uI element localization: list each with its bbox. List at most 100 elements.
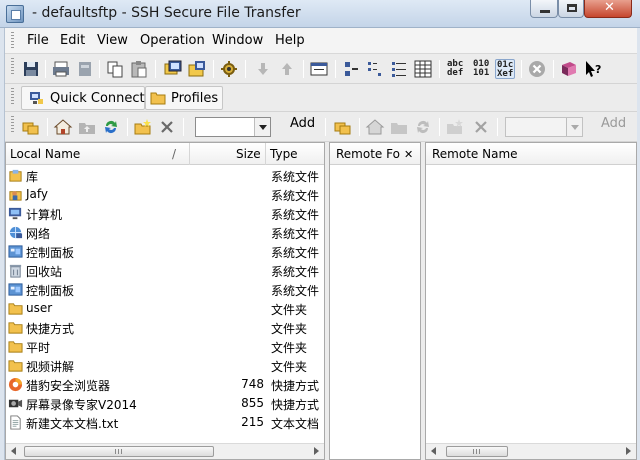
menu-window[interactable]: Window: [212, 33, 263, 48]
upload-button[interactable]: [277, 59, 297, 79]
close-button[interactable]: ✕: [584, 0, 632, 18]
chevron-down-icon[interactable]: [566, 118, 582, 136]
list-view-button[interactable]: [389, 59, 409, 79]
stop-icon: [529, 61, 545, 77]
toolbar-grip[interactable]: [11, 116, 14, 134]
print-icon: [53, 61, 69, 77]
sort-indicator: /: [172, 147, 177, 161]
menu-help[interactable]: Help: [275, 33, 305, 48]
remote-file-list[interactable]: Remote Name: [425, 142, 637, 460]
client-area: File Edit View Operation Window Help abc…: [4, 28, 637, 460]
file-row[interactable]: 平时 文件夹: [6, 337, 324, 356]
new-file-transfer-button[interactable]: [187, 59, 207, 79]
stop-button[interactable]: [527, 59, 547, 79]
remote-toggle-tree-button[interactable]: [333, 117, 353, 137]
toolbar-grip[interactable]: [11, 88, 14, 106]
menu-operation[interactable]: Operation: [140, 33, 205, 48]
scrollbar-thumb[interactable]: [446, 446, 508, 457]
small-icons-button[interactable]: [365, 59, 385, 79]
auto-mode-button[interactable]: 01c Xef: [495, 59, 515, 79]
new-terminal-button[interactable]: [163, 59, 183, 79]
recycle-bin-icon: [9, 264, 22, 278]
file-row[interactable]: user 文件夹: [6, 299, 324, 318]
remote-folders-pane[interactable]: Remote Fo ✕: [329, 142, 421, 460]
remote-path-combo[interactable]: [505, 117, 583, 137]
separator: [45, 60, 46, 78]
menu-file[interactable]: File: [27, 33, 49, 48]
file-row[interactable]: 回收站 系统文件: [6, 261, 324, 280]
separator: [521, 60, 522, 78]
settings-button[interactable]: [219, 59, 239, 79]
menu-grip[interactable]: [11, 32, 14, 50]
profiles-button[interactable]: Profiles: [145, 86, 223, 110]
ascii-mode-button[interactable]: abc def: [445, 59, 465, 79]
file-row[interactable]: 新建文本文档.txt 215 文本文档: [6, 413, 324, 432]
column-size[interactable]: Size: [190, 143, 266, 165]
print-button[interactable]: [51, 59, 71, 79]
file-row[interactable]: 视频讲解 文件夹: [6, 356, 324, 375]
column-local-name[interactable]: Local Name /: [6, 143, 190, 165]
file-row[interactable]: 库 系统文件: [6, 166, 324, 185]
file-row[interactable]: 控制面板 系统文件: [6, 280, 324, 299]
paste-icon: [131, 61, 147, 78]
file-name: 回收站: [26, 265, 63, 279]
close-tab-icon[interactable]: ✕: [404, 148, 413, 161]
local-file-list[interactable]: Local Name / Size Type 库系统文件 Jafy 系统文件 计算机系…: [5, 142, 325, 460]
remote-delete-button[interactable]: [471, 117, 491, 137]
local-refresh-button[interactable]: [101, 117, 121, 137]
binary-mode-button[interactable]: 010 101: [471, 59, 491, 79]
details-view-button[interactable]: [413, 59, 433, 79]
file-row[interactable]: 计算机 系统文件: [6, 204, 324, 223]
copy-button[interactable]: [105, 59, 125, 79]
remote-add-button[interactable]: Add: [601, 116, 626, 131]
large-icons-button[interactable]: [341, 59, 361, 79]
scroll-left-icon[interactable]: [11, 447, 16, 455]
menu-edit[interactable]: Edit: [60, 33, 85, 48]
remote-home-button[interactable]: [365, 117, 385, 137]
local-home-button[interactable]: [53, 117, 73, 137]
local-add-button[interactable]: Add: [290, 116, 315, 131]
download-button[interactable]: [253, 59, 273, 79]
column-remote-name[interactable]: Remote Name: [426, 143, 636, 165]
file-row[interactable]: 屏幕录像专家V2014 855 快捷方式: [6, 394, 324, 413]
toolbar-grip[interactable]: [11, 58, 14, 76]
remote-horizontal-scrollbar[interactable]: [426, 443, 636, 459]
file-type: 系统文件: [271, 208, 320, 222]
file-row[interactable]: Jafy 系统文件: [6, 185, 324, 204]
context-help-button[interactable]: ?: [583, 59, 603, 79]
local-new-folder-button[interactable]: [133, 117, 153, 137]
chevron-down-icon[interactable]: [254, 118, 270, 136]
title-bar[interactable]: - defaultsftp - SSH Secure File Transfer…: [0, 0, 640, 28]
quick-connect-button[interactable]: Quick Connect: [21, 86, 145, 110]
scroll-right-icon[interactable]: [626, 447, 631, 455]
refresh-icon: [417, 121, 429, 133]
menu-bar: File Edit View Operation Window Help: [5, 28, 637, 54]
paste-button[interactable]: [129, 59, 149, 79]
save-button[interactable]: [21, 59, 41, 79]
file-row[interactable]: 快捷方式 文件夹: [6, 318, 324, 337]
terminal-icon: [164, 60, 182, 75]
local-horizontal-scrollbar[interactable]: [6, 443, 324, 459]
remote-new-folder-button[interactable]: [445, 117, 465, 137]
remote-refresh-button[interactable]: [413, 117, 433, 137]
remote-parent-folder-button[interactable]: [389, 117, 409, 137]
local-parent-folder-button[interactable]: [77, 117, 97, 137]
file-row[interactable]: 控制面板 系统文件: [6, 242, 324, 261]
file-row[interactable]: 网络 系统文件: [6, 223, 324, 242]
minimize-button[interactable]: [530, 0, 558, 18]
local-delete-button[interactable]: [157, 117, 177, 137]
local-toggle-tree-button[interactable]: [21, 117, 41, 137]
file-row[interactable]: 猎豹安全浏览器 748 快捷方式: [6, 375, 324, 394]
remote-folders-tab[interactable]: Remote Fo ✕: [330, 143, 420, 165]
maximize-button[interactable]: [558, 0, 584, 18]
file-name: 快捷方式: [26, 322, 75, 336]
scroll-left-icon[interactable]: [431, 447, 436, 455]
file-view-button[interactable]: [309, 59, 329, 79]
local-path-combo[interactable]: [195, 117, 271, 137]
column-type[interactable]: Type: [266, 143, 324, 165]
scrollbar-thumb[interactable]: [24, 446, 214, 457]
help-topics-button[interactable]: [559, 59, 579, 79]
disconnect-button[interactable]: [75, 59, 95, 79]
scroll-right-icon[interactable]: [314, 447, 319, 455]
menu-view[interactable]: View: [97, 33, 128, 48]
